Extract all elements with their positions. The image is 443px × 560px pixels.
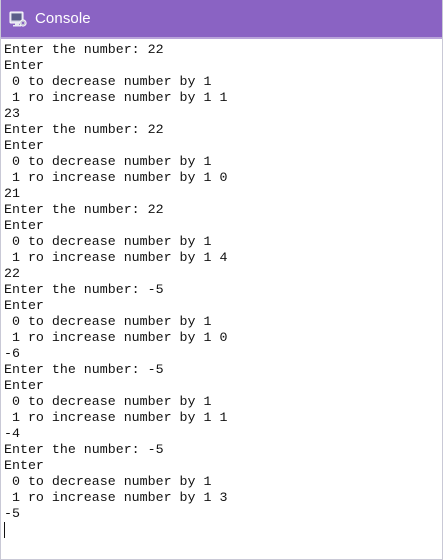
console-line: Enter: [4, 458, 44, 473]
console-line: -4: [4, 426, 20, 441]
console-output[interactable]: Enter the number: 22 Enter 0 to decrease …: [4, 42, 440, 552]
title-bar[interactable]: Console: [1, 0, 442, 37]
console-line: Enter the number: 22: [4, 42, 164, 57]
console-line: 1 ro increase number by 1 3: [4, 490, 228, 505]
console-line: 0 to decrease number by 1: [4, 74, 212, 89]
console-line: 0 to decrease number by 1: [4, 394, 212, 409]
window-title: Console: [35, 10, 91, 27]
console-line: Enter: [4, 138, 44, 153]
console-input-line[interactable]: [4, 522, 440, 538]
console-line: 0 to decrease number by 1: [4, 314, 212, 329]
console-line: 0 to decrease number by 1: [4, 154, 212, 169]
console-line: 21: [4, 186, 20, 201]
console-line: Enter the number: 22: [4, 202, 164, 217]
title-bar-divider: [1, 37, 442, 39]
console-line: Enter the number: -5: [4, 282, 164, 297]
text-cursor: [4, 522, 5, 538]
console-line: Enter: [4, 298, 44, 313]
console-line: -6: [4, 346, 20, 361]
console-line: 1 ro increase number by 1 1: [4, 90, 228, 105]
console-line: -5: [4, 506, 20, 521]
console-line: Enter the number: -5: [4, 362, 164, 377]
console-line: 22: [4, 266, 20, 281]
console-window: Console Enter the number: 22 Enter 0 to d…: [0, 0, 443, 560]
console-line: 1 ro increase number by 1 0: [4, 170, 228, 185]
console-line: 0 to decrease number by 1: [4, 234, 212, 249]
console-line: 1 ro increase number by 1 0: [4, 330, 228, 345]
console-line: Enter the number: -5: [4, 442, 164, 457]
console-line: 0 to decrease number by 1: [4, 474, 212, 489]
console-line: 1 ro increase number by 1 4: [4, 250, 228, 265]
console-line: 1 ro increase number by 1 1: [4, 410, 228, 425]
console-line: Enter: [4, 218, 44, 233]
console-line: Enter the number: 22: [4, 122, 164, 137]
console-line: Enter: [4, 58, 44, 73]
console-app-icon: [9, 10, 27, 28]
console-line: 23: [4, 106, 20, 121]
console-line: Enter: [4, 378, 44, 393]
